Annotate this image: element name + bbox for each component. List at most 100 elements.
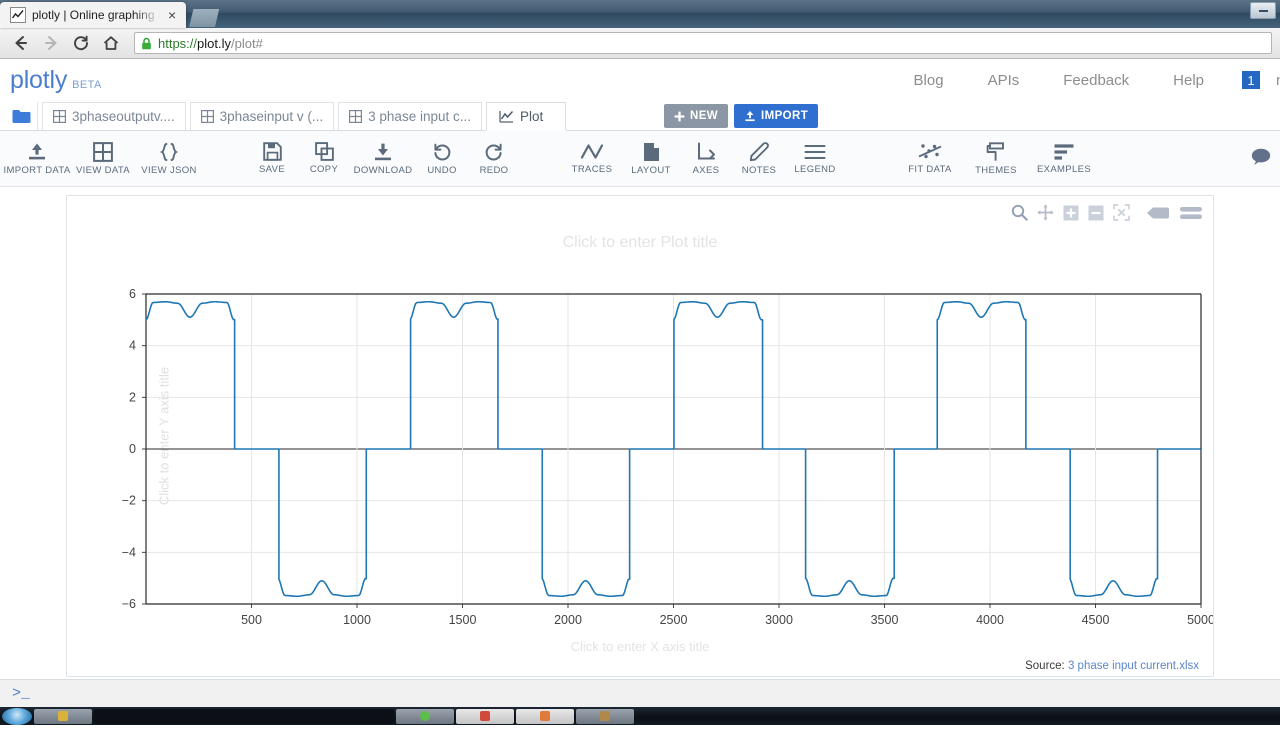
browser-chrome: plotly | Online graphing an × https://pl… (0, 0, 1280, 59)
plot-card: Click to enter Plot title Click to enter… (66, 195, 1214, 677)
tool-traces[interactable]: TRACES (562, 142, 622, 175)
comment-bubble-icon[interactable] (1250, 147, 1272, 172)
back-icon[interactable] (8, 30, 34, 56)
grid-icon (93, 141, 113, 162)
forward-icon[interactable] (38, 30, 64, 56)
new-button-label: NEW (690, 110, 719, 122)
bars-icon (1054, 143, 1074, 160)
svg-text:2500: 2500 (660, 613, 688, 627)
file-tab-3phaseoutputv[interactable]: 3phaseoutputv.... (42, 102, 186, 130)
tool-label: REDO (479, 164, 509, 176)
tool-copy[interactable]: COPY (298, 142, 350, 175)
start-orb[interactable] (2, 707, 32, 725)
svg-text:4: 4 (129, 339, 136, 353)
nav-link-help[interactable]: Help (1151, 72, 1226, 89)
pencil-icon (749, 141, 769, 161)
tool-fit-data[interactable]: FIT DATA (896, 142, 964, 175)
download-icon (375, 143, 391, 160)
upload-icon (29, 143, 45, 159)
svg-text:−2: −2 (122, 494, 136, 508)
grid-icon (53, 110, 66, 123)
file-tab-bar: 3phaseoutputv.... 3phaseinput v (... 3 p… (0, 101, 1280, 131)
taskbar-item[interactable] (396, 708, 454, 724)
tool-label: VIEW JSON (141, 164, 197, 176)
url-scheme: https://plot.ly/plot# (158, 35, 263, 51)
tool-redo[interactable]: REDO (468, 142, 520, 176)
os-taskbar (0, 707, 1280, 725)
tool-label: COPY (309, 164, 339, 175)
minimize-button[interactable] (1250, 2, 1276, 19)
taskbar-item[interactable] (576, 708, 634, 724)
lock-icon (142, 37, 151, 49)
taskbar-item[interactable] (34, 708, 92, 724)
tool-axes[interactable]: AXES (680, 142, 732, 176)
svg-text:2: 2 (129, 390, 136, 404)
svg-text:500: 500 (241, 613, 262, 627)
paint-roller-icon (986, 141, 1004, 161)
plotly-logo[interactable]: plotly BETA (10, 66, 102, 95)
svg-text:1000: 1000 (343, 613, 371, 627)
new-button[interactable]: NEW (664, 104, 729, 128)
svg-text:−6: −6 (122, 597, 136, 611)
tool-download[interactable]: DOWNLOAD (350, 142, 416, 176)
source-file-link[interactable]: 3 phase input current.xlsx (1068, 660, 1199, 672)
tool-label: TRACES (571, 164, 613, 175)
svg-text:4000: 4000 (976, 613, 1004, 627)
tool-examples[interactable]: EXAMPLES (1028, 143, 1100, 175)
line-chart-favicon (10, 7, 26, 23)
tool-label: FIT DATA (908, 164, 952, 175)
scatter-fit-icon (918, 144, 942, 159)
top-navigation: Blog APIs Feedback Help 1 n (892, 59, 1280, 101)
brand-beta-badge: BETA (72, 78, 102, 91)
svg-text:−4: −4 (122, 545, 136, 559)
tool-themes[interactable]: THEMES (964, 141, 1028, 176)
file-tab-3-phase-input-c[interactable]: 3 phase input c... (338, 102, 482, 130)
tool-notes[interactable]: NOTES (732, 141, 786, 176)
close-icon[interactable]: × (166, 8, 178, 22)
tool-layout[interactable]: LAYOUT (622, 142, 680, 176)
x-tick-labels: 500 1000 1500 2000 2500 3000 3500 4000 4500 5000 (241, 613, 1213, 627)
tool-undo[interactable]: UNDO (416, 142, 468, 176)
axes-icon (698, 142, 715, 159)
svg-text:2000: 2000 (554, 613, 582, 627)
browser-tab[interactable]: plotly | Online graphing an × (0, 2, 187, 28)
lines-icon (804, 144, 826, 159)
reload-icon[interactable] (68, 30, 94, 56)
tool-label: VIEW DATA (76, 164, 130, 176)
tool-save[interactable]: SAVE (246, 142, 298, 175)
nav-link-feedback[interactable]: Feedback (1041, 72, 1151, 89)
plot-svg[interactable]: 6 4 2 0 −2 −4 −6 500 1000 1500 2000 2500 3000 3500 40… (67, 196, 1213, 678)
tool-import-data[interactable]: IMPORT DATA (4, 142, 70, 176)
nav-link-apis[interactable]: APIs (966, 72, 1042, 89)
tool-view-data[interactable]: VIEW DATA (70, 141, 136, 176)
tool-label: UNDO (427, 164, 457, 176)
toolbar-group-analysis: FIT DATA THEMES EXAMPLES (896, 141, 1100, 176)
line-chart-icon (499, 110, 514, 123)
undo-icon (434, 143, 451, 160)
folder-icon[interactable] (6, 102, 38, 130)
browser-titlebar: plotly | Online graphing an × (0, 0, 1280, 28)
user-menu[interactable]: n (1260, 72, 1280, 89)
notification-badge[interactable]: 1 (1242, 71, 1260, 89)
console-bar: >_ (0, 679, 1280, 707)
braces-icon (159, 142, 179, 161)
address-bar[interactable]: https://plot.ly/plot# (134, 32, 1272, 54)
brand-name: plotly (10, 65, 68, 94)
home-icon[interactable] (98, 30, 124, 56)
import-button[interactable]: IMPORT (734, 104, 819, 128)
taskbar-item[interactable] (456, 708, 514, 724)
tool-label: DOWNLOAD (353, 164, 413, 176)
console-prompt-icon[interactable]: >_ (12, 685, 30, 702)
file-tab-plot[interactable]: Plot (485, 102, 567, 130)
tool-legend[interactable]: LEGEND (786, 143, 844, 175)
tool-view-json[interactable]: VIEW JSON (136, 142, 202, 176)
taskbar-item[interactable] (516, 708, 574, 724)
tool-label: THEMES (975, 164, 1017, 176)
taskbar-item[interactable] (94, 708, 394, 724)
new-tab-button[interactable] (189, 9, 220, 27)
tab-actions: NEW IMPORT (664, 104, 819, 128)
browser-tab-title: plotly | Online graphing an (32, 8, 160, 22)
nav-link-blog[interactable]: Blog (892, 72, 966, 89)
file-tab-3phaseinput-v[interactable]: 3phaseinput v (... (189, 102, 335, 130)
plot-area: Click to enter Plot title Click to enter… (0, 187, 1280, 679)
